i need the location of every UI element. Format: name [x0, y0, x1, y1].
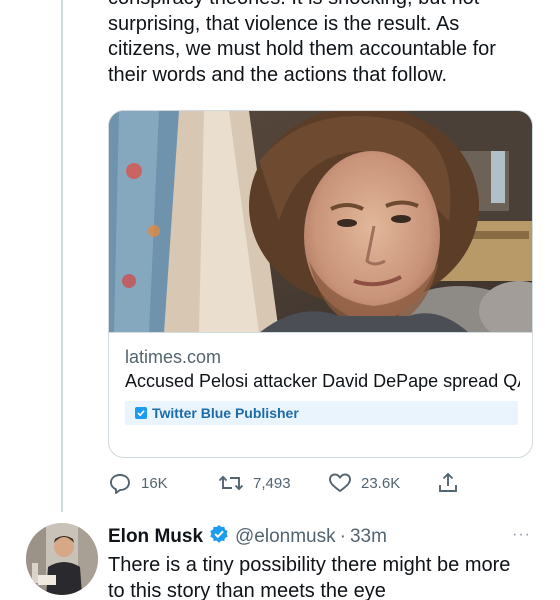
link-card-title[interactable]: Accused Pelosi attacker David DePape spr…	[125, 369, 520, 393]
retweet-count: 7,493	[253, 474, 291, 492]
avatar-photo	[26, 523, 98, 595]
twitter-blue-publisher-badge: Twitter Blue Publisher	[125, 401, 518, 425]
thread-connector-line	[61, 0, 63, 512]
badge-label: Twitter Blue Publisher	[152, 405, 299, 421]
link-card-image[interactable]	[109, 111, 532, 333]
heart-icon	[328, 471, 352, 495]
tweet-text: There is a tiny possibility there might …	[108, 552, 548, 600]
share-button[interactable]	[436, 470, 460, 496]
avatar[interactable]	[26, 523, 98, 595]
tweet-text-line: There is a tiny possibility there might …	[108, 554, 511, 576]
share-icon	[436, 471, 460, 495]
reply-icon	[108, 471, 132, 495]
tweet-header: Elon Musk @elonmusk · 33m	[108, 524, 387, 550]
separator-dot: ·	[339, 526, 346, 547]
photo-of-man	[109, 111, 532, 332]
tweet-text-line: surprising, that violence is the result.…	[108, 12, 460, 35]
like-count: 23.6K	[361, 474, 401, 492]
link-card[interactable]: latimes.com Accused Pelosi attacker Davi…	[108, 110, 533, 458]
tweet-text: conspiracy theories. It is shocking, but…	[108, 0, 538, 88]
tweet-text-line: citizens, we must hold them accountable …	[108, 38, 496, 60]
link-card-meta: latimes.com Accused Pelosi attacker Davi…	[125, 345, 520, 425]
tweet-timestamp[interactable]: 33m	[350, 526, 387, 548]
tweet-actions: 16K 7,493 23.6K	[108, 470, 458, 496]
tweet-text-line: their words and the actions that follow.	[108, 63, 448, 86]
retweet-button[interactable]: 7,493	[218, 470, 291, 496]
more-options-icon[interactable]: ···	[512, 526, 531, 544]
like-button[interactable]: 23.6K	[328, 470, 400, 496]
link-card-domain: latimes.com	[125, 347, 222, 367]
author-name[interactable]: Elon Musk	[108, 526, 203, 548]
reply-button[interactable]: 16K	[108, 470, 168, 496]
verified-badge-icon	[209, 524, 229, 550]
tweet-text-line: conspiracy theories. It is shocking, but…	[108, 0, 538, 12]
retweet-icon	[218, 471, 244, 495]
reply-count: 16K	[141, 474, 168, 492]
tweet-text-line: to this story than meets the eye	[108, 580, 386, 600]
author-handle[interactable]: @elonmusk	[235, 526, 336, 548]
twitter-blue-check-icon	[135, 407, 147, 419]
